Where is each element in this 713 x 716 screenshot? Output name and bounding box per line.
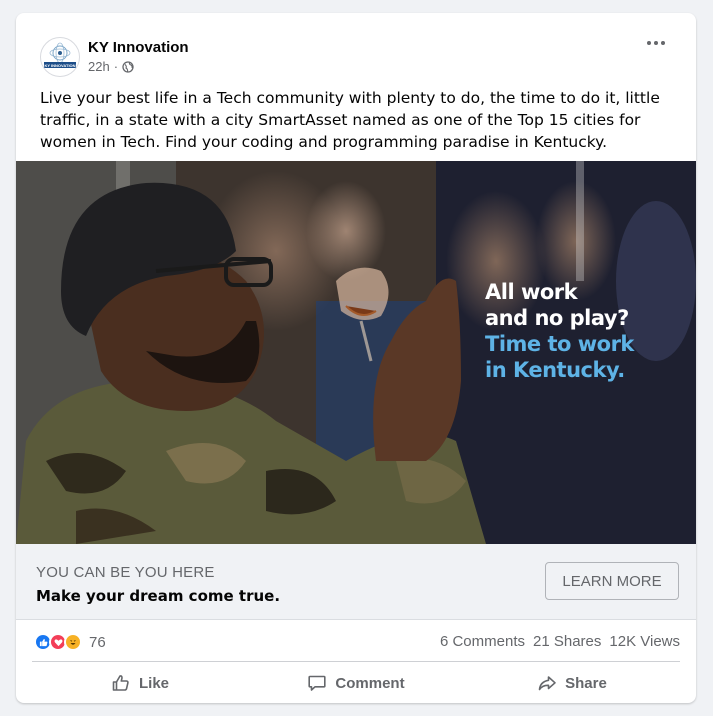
like-label: Like [138,674,169,692]
post-image[interactable]: All work and no play? Time to work in Ke… [16,161,696,544]
globe-icon[interactable] [122,60,134,73]
share-arrow-icon [538,676,556,691]
post-card: KY INNOVATION KY Innovation 22h · Live y… [16,13,696,703]
learn-more-button[interactable]: LEARN MORE [545,562,679,600]
share-button[interactable]: Share [464,665,680,701]
post-header: KY INNOVATION KY Innovation 22h · [16,13,696,85]
link-title: Make your dream come true. [36,587,281,605]
page-name[interactable]: KY Innovation [88,39,189,56]
reactions-stats-bar: 76 6 Comments 21 Shares 12K Views [32,628,680,662]
like-button[interactable]: Like [32,665,248,701]
haha-reaction-icon [64,633,82,651]
post-time[interactable]: 22h [88,59,110,74]
shares-count[interactable]: 21 Shares [533,633,601,650]
comment-button[interactable]: Comment [248,665,464,701]
meta-separator: · [113,59,119,74]
reaction-summary[interactable]: 76 [34,633,106,651]
post-text: Live your best life in a Tech community … [40,89,660,151]
comment-label: Comment [335,674,405,692]
image-overlay-text: All work and no play? Time to work in Ke… [485,279,634,383]
share-label: Share [565,674,607,692]
link-domain: YOU CAN BE YOU HERE [36,564,215,581]
views-count: 12K Views [609,633,680,650]
thumbs-up-icon [112,675,129,691]
page-avatar[interactable]: KY INNOVATION [40,37,80,77]
comments-count[interactable]: 6 Comments [440,633,525,650]
engagement-stats: 6 Comments 21 Shares 12K Views [440,633,680,650]
link-preview[interactable]: YOU CAN BE YOU HERE Make your dream come… [16,544,696,620]
overlay-line-4: in Kentucky. [485,358,625,382]
comment-icon [308,675,327,691]
ky-innovation-logo: KY INNOVATION [44,42,76,68]
overlay-line-1: All work [485,280,578,304]
reaction-count: 76 [89,633,106,651]
overlay-line-3: Time to work [485,332,634,356]
kebab-menu-icon[interactable] [640,33,672,53]
avatar-label: KY INNOVATION [44,63,75,68]
overlay-line-2: and no play? [485,306,629,330]
post-meta: 22h · [88,59,134,74]
action-bar: Like Comment Share [32,665,680,701]
